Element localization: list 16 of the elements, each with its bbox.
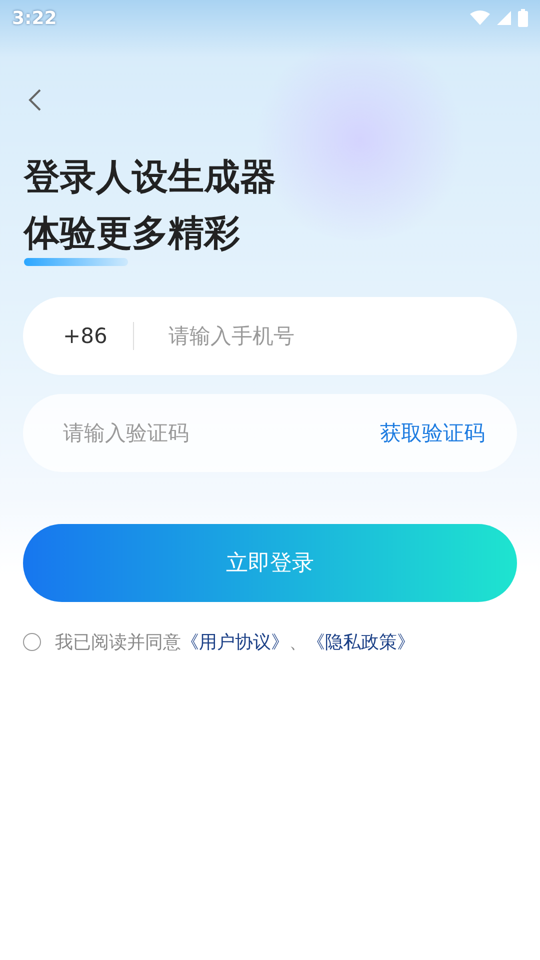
agree-radio[interactable] [23, 633, 41, 651]
agreement-link[interactable]: 《用户协议》 [181, 632, 289, 653]
title-text: 体验更多精彩 [24, 212, 240, 256]
get-code-link[interactable]: 获取验证码 [380, 419, 485, 447]
status-time: 3:22 [12, 8, 57, 28]
code-field[interactable]: 请输入验证码 获取验证码 [23, 394, 517, 472]
battery-icon [518, 9, 528, 27]
phone-field[interactable]: +86 请输入手机号 [23, 297, 517, 375]
wifi-icon [470, 10, 490, 26]
country-code[interactable]: +86 [63, 324, 108, 348]
title-text: 登录人设生成器 [24, 156, 276, 200]
back-icon[interactable] [28, 88, 42, 112]
code-input[interactable]: 请输入验证码 [23, 394, 380, 472]
agreement-link[interactable]: 《隐私政策》 [307, 632, 415, 653]
signal-icon [496, 10, 512, 26]
agreement-text: 我已阅读并同意《用户协议》、《隐私政策》 [55, 631, 415, 654]
